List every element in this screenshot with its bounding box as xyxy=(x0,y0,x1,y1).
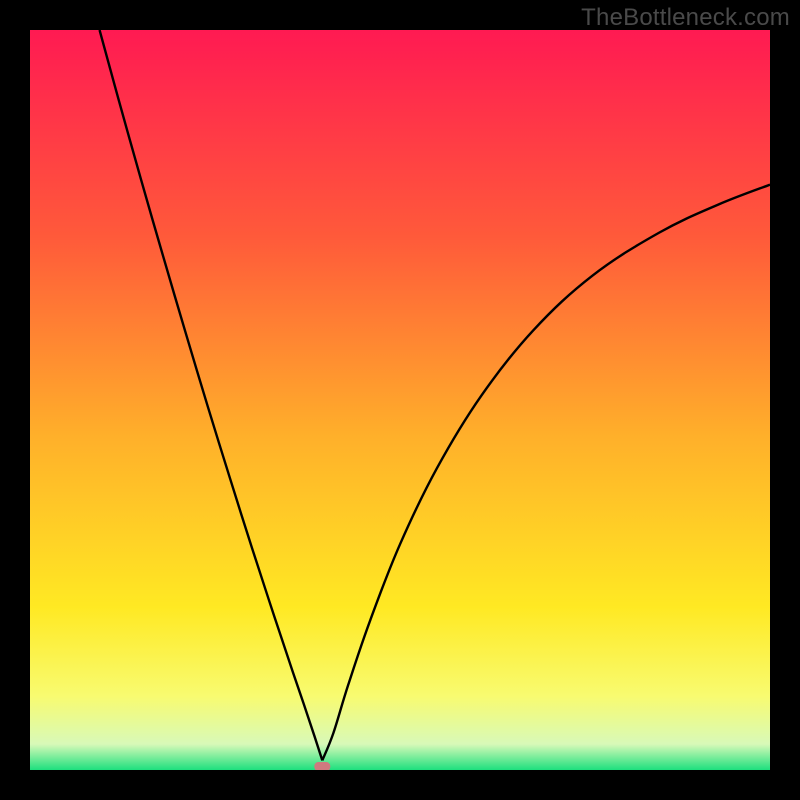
watermark-text: TheBottleneck.com xyxy=(581,4,790,32)
plot-area xyxy=(30,30,770,770)
gradient-background xyxy=(30,30,770,770)
minimum-marker xyxy=(314,762,330,770)
chart-frame: TheBottleneck.com xyxy=(0,0,800,800)
chart-svg xyxy=(30,30,770,770)
